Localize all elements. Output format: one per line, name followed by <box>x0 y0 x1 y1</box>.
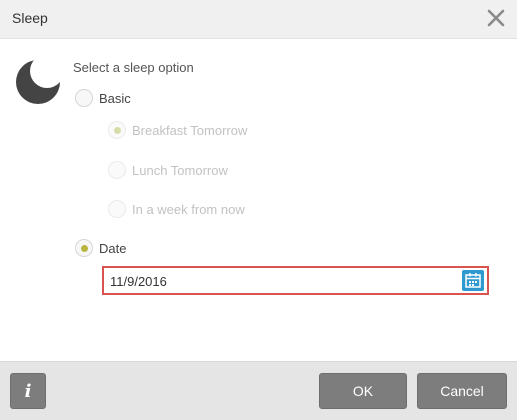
radio-in-a-week <box>108 200 126 218</box>
option-basic-label: Basic <box>99 90 131 106</box>
option-date[interactable]: Date <box>75 239 126 257</box>
ok-button[interactable]: OK <box>319 373 407 409</box>
sleep-option-prompt: Select a sleep option <box>73 60 194 75</box>
option-basic[interactable]: Basic <box>75 89 131 107</box>
option-lunch-tomorrow: Lunch Tomorrow <box>108 161 228 179</box>
date-input[interactable] <box>110 272 450 290</box>
close-icon[interactable] <box>485 7 507 29</box>
option-breakfast-tomorrow-label: Breakfast Tomorrow <box>132 122 248 138</box>
option-in-a-week: In a week from now <box>108 200 245 218</box>
title-bar: Sleep <box>0 0 517 39</box>
cancel-button[interactable]: Cancel <box>417 373 507 409</box>
dialog-title: Sleep <box>12 10 48 26</box>
date-field[interactable] <box>102 266 489 295</box>
dialog-body: Select a sleep option Basic Breakfast To… <box>0 39 517 361</box>
calendar-icon[interactable] <box>462 270 484 291</box>
moon-icon <box>14 57 62 105</box>
option-in-a-week-label: In a week from now <box>132 201 245 217</box>
info-icon: i <box>24 380 32 402</box>
option-lunch-tomorrow-label: Lunch Tomorrow <box>132 162 228 178</box>
dialog-footer: i OK Cancel <box>0 361 517 420</box>
radio-date[interactable] <box>75 239 93 257</box>
radio-lunch-tomorrow <box>108 161 126 179</box>
radio-basic[interactable] <box>75 89 93 107</box>
option-breakfast-tomorrow: Breakfast Tomorrow <box>108 121 247 139</box>
sleep-dialog: Sleep Select a sleep option Basic Breakf… <box>0 0 517 420</box>
option-date-label: Date <box>99 240 127 256</box>
radio-breakfast-tomorrow <box>108 121 126 139</box>
info-button[interactable]: i <box>10 373 46 409</box>
